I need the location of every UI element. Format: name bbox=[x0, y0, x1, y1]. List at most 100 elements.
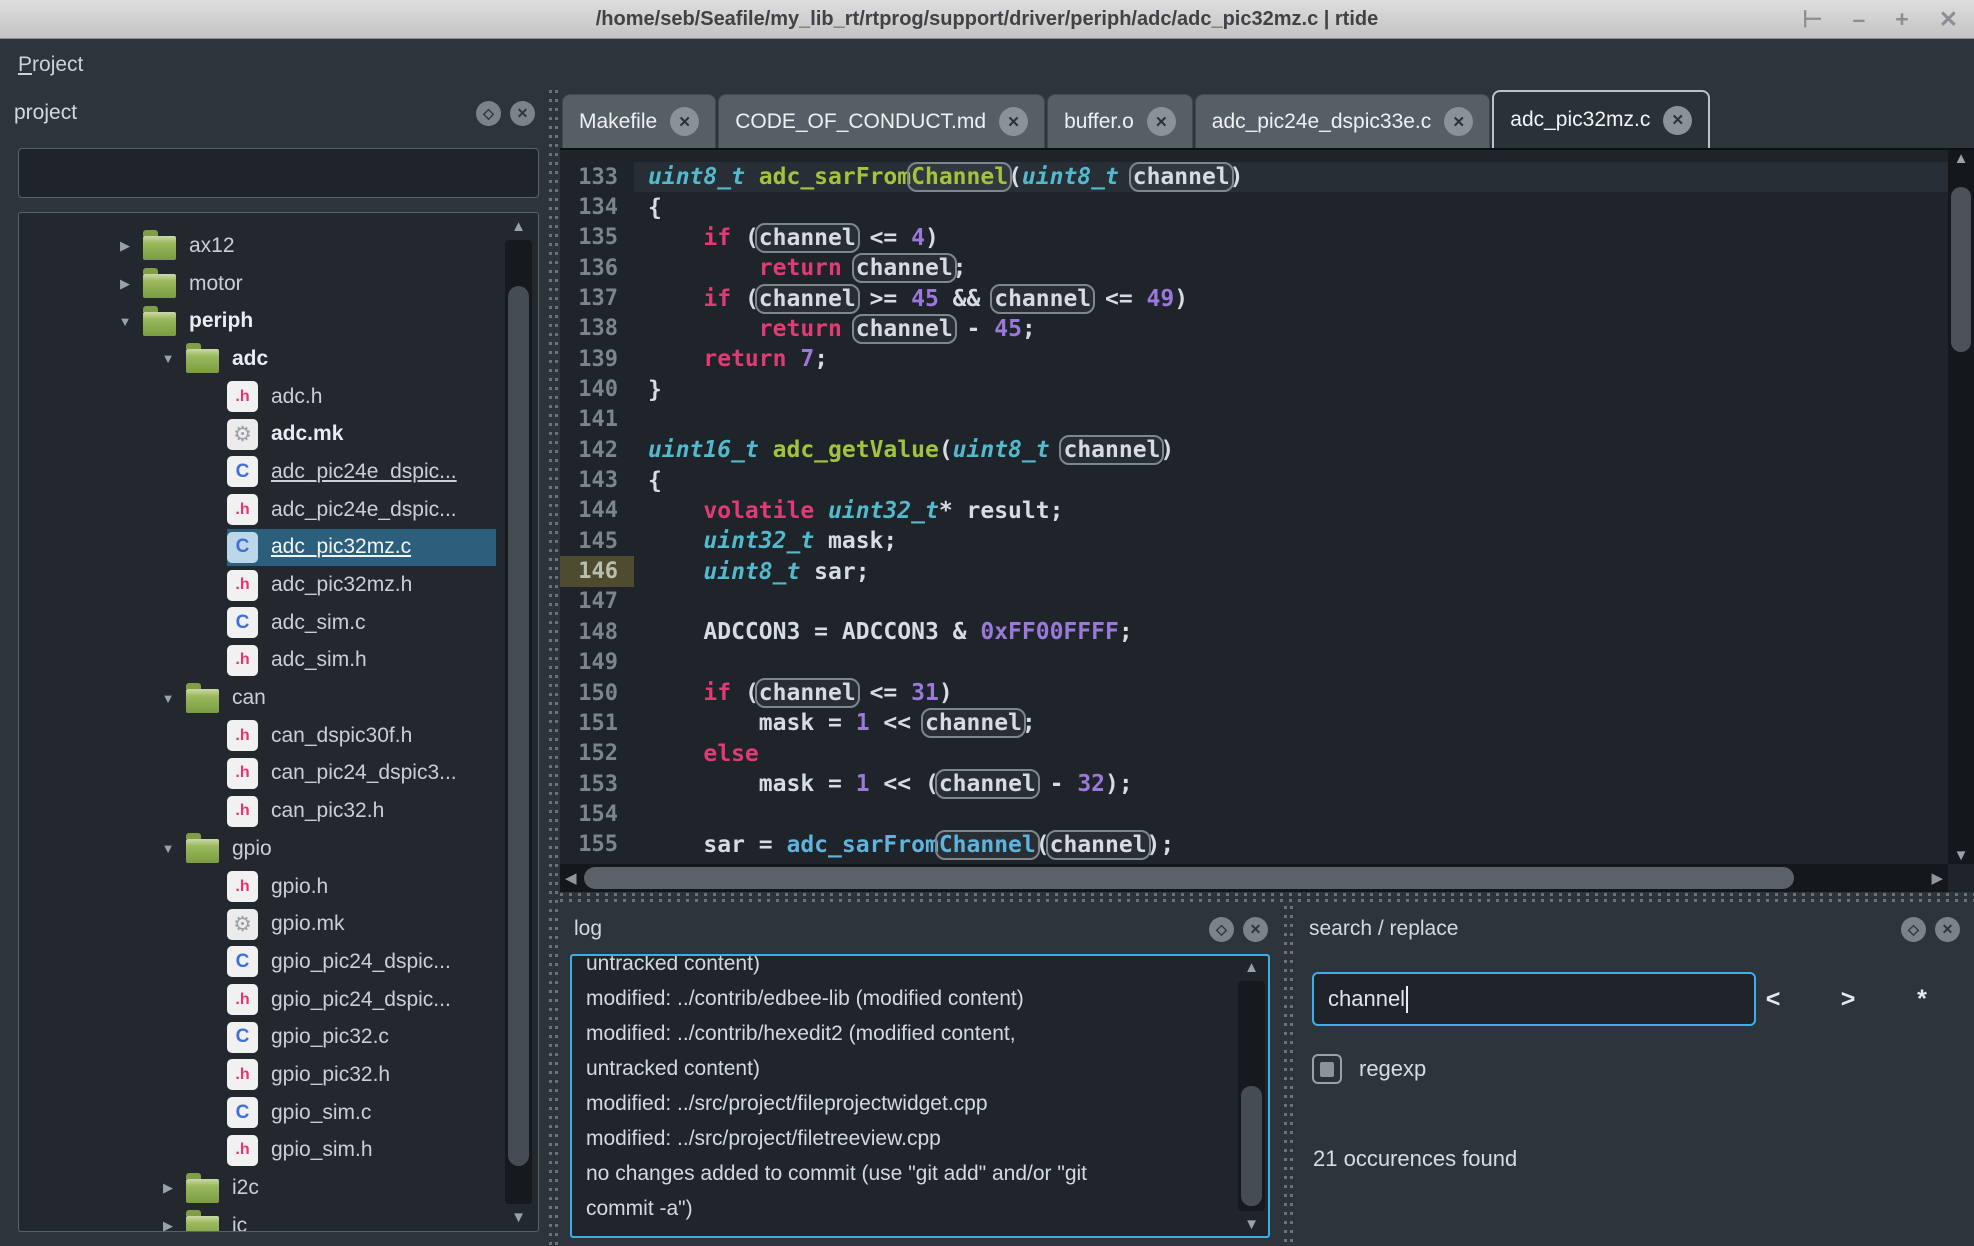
close-icon[interactable]: ✕ bbox=[670, 107, 699, 136]
code-line[interactable]: 144 volatile uint32_t* result; bbox=[560, 496, 1948, 526]
tree-file-adc-pic24e-dspic-[interactable]: .hadc_pic24e_dspic... bbox=[19, 491, 496, 529]
line-number[interactable]: 138 bbox=[560, 314, 634, 344]
log-scrollbar-handle[interactable] bbox=[1241, 1086, 1262, 1206]
scroll-up-icon[interactable]: ▲ bbox=[1948, 150, 1974, 167]
tree-file-can-pic24-dspic3-[interactable]: .hcan_pic24_dspic3... bbox=[19, 755, 496, 793]
chevron-down-icon[interactable]: ▼ bbox=[150, 351, 186, 366]
tab-adc-pic24e-dspic33e-c[interactable]: adc_pic24e_dspic33e.c✕ bbox=[1195, 94, 1491, 148]
scroll-down-icon[interactable]: ▼ bbox=[1948, 847, 1974, 864]
chevron-down-icon[interactable]: ▼ bbox=[150, 691, 186, 706]
tree-file-gpio-pic32-c[interactable]: Cgpio_pic32.c bbox=[19, 1018, 496, 1056]
tree-file-gpio-mk[interactable]: ⚙gpio.mk bbox=[19, 905, 496, 943]
code-line[interactable]: 140} bbox=[560, 374, 1948, 404]
code-line[interactable]: 142uint16_t adc_getValue(uint8_t channel… bbox=[560, 435, 1948, 465]
line-number[interactable]: 140 bbox=[560, 374, 634, 404]
code-line[interactable]: 143{ bbox=[560, 465, 1948, 495]
scroll-down-icon[interactable]: ▼ bbox=[1238, 1216, 1265, 1233]
tree-file-gpio-pic24-dspic-[interactable]: Cgpio_pic24_dspic... bbox=[19, 943, 496, 981]
tree-file-adc-mk[interactable]: ⚙adc.mk bbox=[19, 415, 496, 453]
chevron-down-icon[interactable]: ▼ bbox=[150, 841, 186, 856]
tree-file-adc-sim-c[interactable]: Cadc_sim.c bbox=[19, 604, 496, 642]
code-line[interactable]: 153 mask = 1 << (channel - 32); bbox=[560, 769, 1948, 799]
line-number[interactable]: 136 bbox=[560, 253, 634, 283]
line-number[interactable]: 151 bbox=[560, 708, 634, 738]
tree-scrollbar[interactable]: ▲ ▼ bbox=[505, 218, 532, 1226]
close-icon[interactable]: ✕ bbox=[1444, 107, 1473, 136]
code-line[interactable]: 146 uint8_t sar; bbox=[560, 556, 1948, 586]
tree-file-can-dspic30f-h[interactable]: .hcan_dspic30f.h bbox=[19, 717, 496, 755]
line-number[interactable]: 134 bbox=[560, 192, 634, 222]
tree-file-gpio-pic32-h[interactable]: .hgpio_pic32.h bbox=[19, 1056, 496, 1094]
search-input[interactable]: channel bbox=[1312, 972, 1756, 1026]
tree-file-gpio-sim-h[interactable]: .hgpio_sim.h bbox=[19, 1132, 496, 1170]
tree-file-gpio-h[interactable]: .hgpio.h bbox=[19, 868, 496, 906]
main-splitter[interactable] bbox=[547, 90, 560, 1246]
tab-buffer-o[interactable]: buffer.o✕ bbox=[1047, 94, 1193, 148]
line-number[interactable]: 146 bbox=[560, 556, 634, 586]
tree-file-adc-pic24e-dspic-[interactable]: Cadc_pic24e_dspic... bbox=[19, 453, 496, 491]
chevron-down-icon[interactable]: ▼ bbox=[107, 314, 143, 329]
tree-folder-periph[interactable]: ▼periph bbox=[19, 302, 496, 340]
code-line[interactable]: 134{ bbox=[560, 192, 1948, 222]
close-panel-icon[interactable]: ✕ bbox=[510, 101, 535, 126]
close-icon[interactable]: ✕ bbox=[1663, 106, 1692, 135]
code-line[interactable]: 137 if (channel >= 45 && channel <= 49) bbox=[560, 283, 1948, 313]
tree-scrollbar-handle[interactable] bbox=[508, 286, 529, 1166]
log-scrollbar[interactable]: ▲ ▼ bbox=[1238, 959, 1265, 1233]
line-number[interactable]: 139 bbox=[560, 344, 634, 374]
scroll-up-icon[interactable]: ▲ bbox=[505, 218, 532, 235]
line-number[interactable]: 137 bbox=[560, 283, 634, 313]
float-panel-icon[interactable]: ◇ bbox=[1901, 917, 1926, 942]
chevron-right-icon[interactable]: ▶ bbox=[107, 238, 143, 254]
tree-folder-ax12[interactable]: ▶ax12 bbox=[19, 227, 496, 265]
close-panel-icon[interactable]: ✕ bbox=[1935, 917, 1960, 942]
scroll-right-icon[interactable]: ▶ bbox=[1931, 864, 1943, 892]
tree-folder-can[interactable]: ▼can bbox=[19, 679, 496, 717]
tab-code-of-conduct-md[interactable]: CODE_OF_CONDUCT.md✕ bbox=[718, 94, 1045, 148]
close-window-button[interactable]: ✕ bbox=[1939, 8, 1958, 31]
line-number[interactable]: 152 bbox=[560, 739, 634, 769]
tree-file-adc-pic32mz-c[interactable]: Cadc_pic32mz.c bbox=[19, 529, 496, 567]
line-number[interactable]: 149 bbox=[560, 648, 634, 678]
code-line[interactable]: 139 return 7; bbox=[560, 344, 1948, 374]
float-panel-icon[interactable]: ◇ bbox=[1209, 917, 1234, 942]
scroll-down-icon[interactable]: ▼ bbox=[505, 1209, 532, 1226]
tree-folder-gpio[interactable]: ▼gpio bbox=[19, 830, 496, 868]
log-search-splitter[interactable] bbox=[1282, 906, 1295, 1246]
line-number[interactable]: 147 bbox=[560, 587, 634, 617]
tree-file-adc-sim-h[interactable]: .hadc_sim.h bbox=[19, 642, 496, 680]
project-filter-input[interactable] bbox=[18, 148, 539, 198]
tree-file-can-pic32-h[interactable]: .hcan_pic32.h bbox=[19, 792, 496, 830]
line-number[interactable]: 150 bbox=[560, 678, 634, 708]
line-number[interactable]: 143 bbox=[560, 465, 634, 495]
code-line[interactable]: 154 bbox=[560, 799, 1948, 829]
editor-hscrollbar[interactable]: ◀ ▶ bbox=[560, 864, 1948, 892]
log-output[interactable]: untracked content)modified: ../contrib/e… bbox=[570, 954, 1270, 1238]
tree-file-adc-h[interactable]: .hadc.h bbox=[19, 378, 496, 416]
code-line[interactable]: 133uint8_t adc_sarFromChannel(uint8_t ch… bbox=[560, 162, 1948, 192]
editor-hscrollbar-handle[interactable] bbox=[584, 867, 1794, 889]
tree-folder-ic[interactable]: ▶ic bbox=[19, 1207, 496, 1232]
line-number[interactable]: 154 bbox=[560, 799, 634, 829]
bottom-splitter[interactable] bbox=[560, 890, 1974, 906]
tab-adc-pic32mz-c[interactable]: adc_pic32mz.c✕ bbox=[1492, 90, 1710, 148]
find-next-button[interactable]: > bbox=[1826, 972, 1870, 1026]
tab-makefile[interactable]: Makefile✕ bbox=[562, 94, 716, 148]
line-number[interactable]: 133 bbox=[560, 162, 634, 192]
line-number[interactable]: 141 bbox=[560, 405, 634, 435]
tree-file-gpio-pic24-dspic-[interactable]: .hgpio_pic24_dspic... bbox=[19, 981, 496, 1019]
close-icon[interactable]: ✕ bbox=[1147, 107, 1176, 136]
line-number[interactable]: 142 bbox=[560, 435, 634, 465]
editor-vscrollbar[interactable]: ▲ ▼ bbox=[1948, 150, 1974, 864]
tree-folder-i2c[interactable]: ▶i2c bbox=[19, 1169, 496, 1207]
code-line[interactable]: 138 return channel - 45; bbox=[560, 314, 1948, 344]
code-line[interactable]: 141 bbox=[560, 405, 1948, 435]
tree-file-gpio-sim-c[interactable]: Cgpio_sim.c bbox=[19, 1094, 496, 1132]
maximize-window-button[interactable]: + bbox=[1895, 8, 1908, 31]
tree-scrollbar-track[interactable] bbox=[505, 240, 532, 1204]
editor-vscrollbar-handle[interactable] bbox=[1951, 187, 1971, 352]
code-line[interactable]: 147 bbox=[560, 587, 1948, 617]
float-panel-icon[interactable]: ◇ bbox=[476, 101, 501, 126]
code-line[interactable]: 149 bbox=[560, 648, 1948, 678]
close-icon[interactable]: ✕ bbox=[999, 107, 1028, 136]
